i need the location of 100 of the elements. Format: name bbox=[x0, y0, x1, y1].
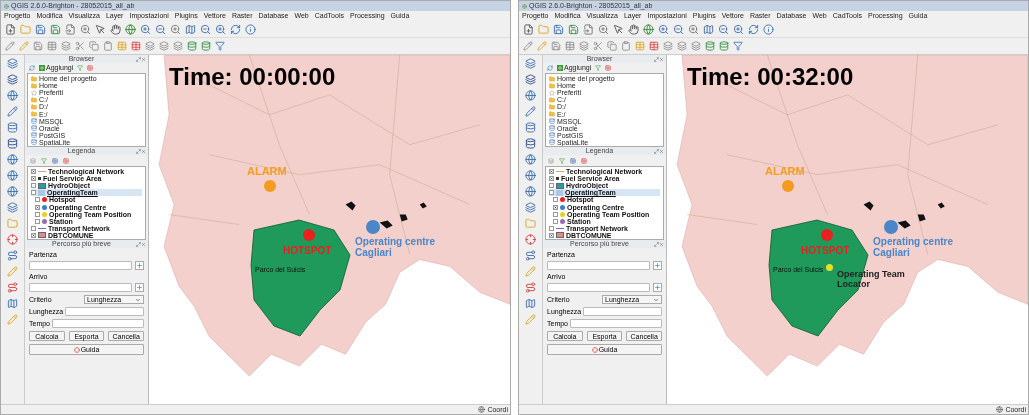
globe-icon[interactable] bbox=[7, 90, 18, 101]
float-icon[interactable] bbox=[654, 241, 659, 247]
pencil-icon[interactable] bbox=[19, 41, 29, 51]
scissors-icon[interactable] bbox=[75, 41, 85, 51]
zoom-icon[interactable] bbox=[733, 23, 744, 35]
layer-checkbox[interactable] bbox=[549, 190, 554, 196]
info-icon[interactable] bbox=[763, 23, 774, 35]
database-icon[interactable] bbox=[525, 122, 536, 133]
layers-icon[interactable] bbox=[173, 41, 183, 51]
zoom-out-icon[interactable] bbox=[200, 23, 211, 35]
globe-icon[interactable] bbox=[643, 23, 654, 35]
layer-checkbox[interactable] bbox=[35, 211, 40, 217]
globe-icon[interactable] bbox=[525, 186, 536, 197]
zoom-icon[interactable] bbox=[170, 23, 181, 35]
float-icon[interactable] bbox=[654, 148, 659, 154]
layer-checkbox[interactable] bbox=[35, 218, 40, 224]
pick-point-button[interactable] bbox=[653, 283, 662, 292]
table-icon[interactable] bbox=[52, 157, 58, 164]
layers-icon[interactable] bbox=[691, 41, 701, 51]
pick-point-button[interactable] bbox=[135, 283, 144, 292]
close-icon[interactable] bbox=[659, 56, 664, 62]
save-icon[interactable] bbox=[33, 41, 43, 51]
pencil-icon[interactable] bbox=[525, 314, 536, 325]
input-field[interactable] bbox=[29, 261, 132, 270]
refresh-icon[interactable] bbox=[547, 65, 553, 71]
new-file-icon[interactable] bbox=[5, 23, 16, 35]
zoom-out-icon[interactable] bbox=[718, 23, 729, 35]
pointer-icon[interactable] bbox=[613, 23, 624, 35]
new-file-icon[interactable] bbox=[523, 23, 534, 35]
zoom-out-icon[interactable] bbox=[673, 23, 684, 35]
route-icon[interactable] bbox=[525, 250, 536, 261]
layer-checkbox[interactable] bbox=[553, 211, 558, 217]
layer-checkbox[interactable] bbox=[553, 197, 558, 203]
table-icon[interactable] bbox=[117, 41, 127, 51]
folder-icon[interactable] bbox=[7, 218, 18, 229]
globe-icon[interactable] bbox=[125, 23, 136, 35]
refresh-icon[interactable] bbox=[748, 23, 759, 35]
table-icon[interactable] bbox=[605, 65, 612, 71]
filter-icon[interactable] bbox=[215, 41, 225, 51]
filter-icon[interactable] bbox=[559, 157, 565, 164]
pencil-icon[interactable] bbox=[525, 266, 536, 277]
layer-checkbox[interactable] bbox=[549, 169, 554, 175]
map-icon[interactable] bbox=[7, 298, 18, 309]
layer-checkbox[interactable] bbox=[35, 197, 40, 203]
save-icon[interactable] bbox=[568, 23, 579, 35]
save-icon[interactable] bbox=[551, 41, 561, 51]
layers-icon[interactable] bbox=[525, 202, 536, 213]
layers-icon[interactable] bbox=[663, 41, 673, 51]
zoom-in-icon[interactable] bbox=[140, 23, 151, 35]
table-icon[interactable] bbox=[47, 41, 57, 51]
layers-icon[interactable] bbox=[159, 41, 169, 51]
table-icon[interactable] bbox=[63, 157, 69, 164]
route-icon[interactable] bbox=[525, 282, 536, 293]
copy-icon[interactable] bbox=[607, 41, 617, 51]
layers-icon[interactable] bbox=[7, 202, 18, 213]
filter-icon[interactable] bbox=[77, 65, 84, 71]
close-icon[interactable] bbox=[141, 56, 146, 62]
filter-icon[interactable] bbox=[595, 65, 602, 71]
pointer-icon[interactable] bbox=[95, 23, 106, 35]
database-icon[interactable] bbox=[187, 41, 197, 51]
zoom-in-icon[interactable] bbox=[658, 23, 669, 35]
refresh-icon[interactable] bbox=[230, 23, 241, 35]
pencil-icon[interactable] bbox=[523, 41, 533, 51]
database-icon[interactable] bbox=[7, 122, 18, 133]
database-icon[interactable] bbox=[719, 41, 729, 51]
globe-icon[interactable] bbox=[7, 186, 18, 197]
database-icon[interactable] bbox=[525, 138, 536, 149]
float-icon[interactable] bbox=[654, 56, 659, 62]
database-icon[interactable] bbox=[201, 41, 211, 51]
pencil-icon[interactable] bbox=[525, 106, 536, 117]
input-field[interactable] bbox=[547, 261, 650, 270]
layer-checkbox[interactable] bbox=[549, 232, 554, 238]
table-icon[interactable] bbox=[565, 41, 575, 51]
pencil-icon[interactable] bbox=[537, 41, 547, 51]
layer-checkbox[interactable] bbox=[31, 169, 36, 175]
zoom-icon[interactable] bbox=[80, 23, 91, 35]
filter-icon[interactable] bbox=[41, 157, 47, 164]
close-icon[interactable] bbox=[141, 148, 146, 154]
table-icon[interactable] bbox=[635, 41, 645, 51]
clipboard-icon[interactable] bbox=[103, 41, 113, 51]
globe-icon[interactable] bbox=[7, 154, 18, 165]
float-icon[interactable] bbox=[136, 241, 141, 247]
pencil-icon[interactable] bbox=[7, 106, 18, 117]
info-icon[interactable] bbox=[245, 23, 256, 35]
map-icon[interactable] bbox=[703, 23, 714, 35]
layer-checkbox[interactable] bbox=[553, 204, 558, 210]
folder-icon[interactable] bbox=[525, 218, 536, 229]
database-icon[interactable] bbox=[705, 41, 715, 51]
float-icon[interactable] bbox=[136, 56, 141, 62]
globe-icon[interactable] bbox=[525, 90, 536, 101]
pan-icon[interactable] bbox=[628, 23, 639, 35]
layers-icon[interactable] bbox=[579, 41, 589, 51]
input-field[interactable] bbox=[52, 319, 144, 328]
zoom-icon[interactable] bbox=[598, 23, 609, 35]
pencil-icon[interactable] bbox=[7, 266, 18, 277]
globe-icon[interactable] bbox=[525, 154, 536, 165]
layer-checkbox[interactable] bbox=[31, 190, 36, 196]
table-icon[interactable] bbox=[131, 41, 141, 51]
pencil-icon[interactable] bbox=[7, 314, 18, 325]
layer-checkbox[interactable] bbox=[549, 176, 554, 182]
